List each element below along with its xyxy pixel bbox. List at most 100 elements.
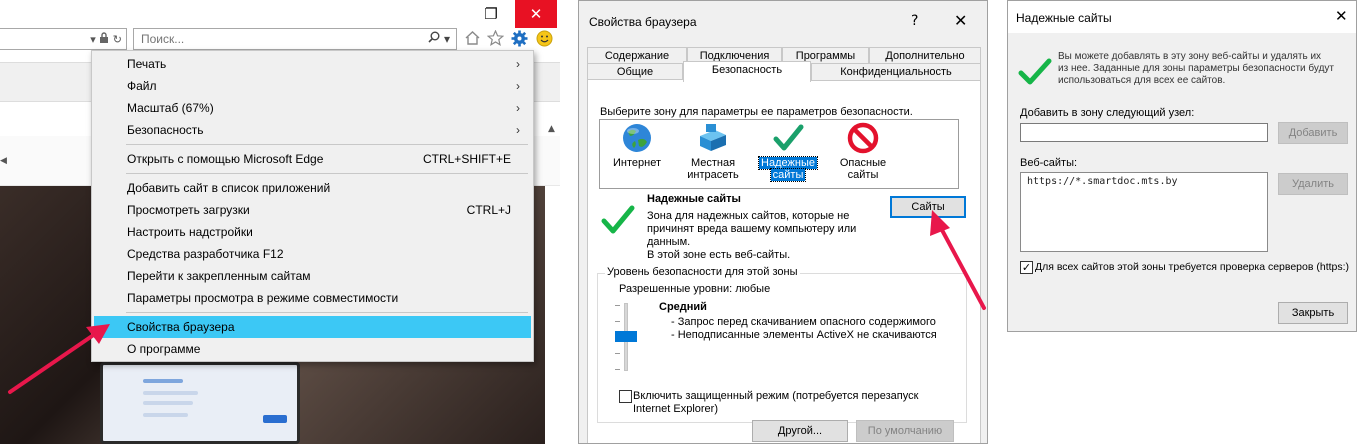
menu-item-about[interactable]: О программе <box>94 338 531 360</box>
search-input[interactable] <box>134 29 384 49</box>
info-line: использоваться для всех ее сайтов. <box>1058 75 1226 86</box>
level-name: Средний <box>659 301 707 313</box>
tab-privacy[interactable]: Конфиденциальность <box>811 63 981 81</box>
zone-label-2: интрасеть <box>687 169 739 181</box>
tools-menu: Печать › Файл › Масштаб (67%) › Безопасност… <box>91 50 534 362</box>
zone-restricted[interactable]: Опасные сайты <box>833 122 893 181</box>
scroll-left-icon[interactable]: ◀ <box>0 156 7 166</box>
address-bar[interactable]: ▾ ↻ <box>0 28 127 50</box>
websites-label: Веб-сайты: <box>1020 157 1078 169</box>
menu-item-addons[interactable]: Настроить надстройки <box>94 221 531 243</box>
menu-item-label: О программе <box>127 342 201 356</box>
search-dropdown-icon[interactable]: ▾ <box>444 32 450 46</box>
sites-button[interactable]: Сайты <box>890 196 966 218</box>
menu-item-internet-options[interactable]: Свойства браузера <box>94 316 531 338</box>
address-icons: ▾ ↻ <box>90 32 122 46</box>
internet-options-dialog: Свойства браузера ? ✕ Содержание Подключ… <box>578 0 988 444</box>
dialog-title: Надежные сайты <box>1016 11 1112 25</box>
menu-item-print[interactable]: Печать › <box>94 53 531 75</box>
level-bullet: - Запрос перед скачиванием опасного соде… <box>671 316 936 328</box>
add-site-label: Добавить в зону следующий узел: <box>1020 107 1195 119</box>
protected-mode-label: Internet Explorer) <box>633 403 718 415</box>
menu-item-shortcut: CTRL+J <box>466 203 511 217</box>
zone-internet[interactable]: Интернет <box>607 122 667 169</box>
zone-title: Надежные сайты <box>647 193 741 205</box>
submenu-arrow-icon: › <box>516 123 520 137</box>
menu-item-open-edge[interactable]: Открыть с помощью Microsoft Edge CTRL+SHI… <box>94 148 531 170</box>
search-box[interactable]: ▾ <box>133 28 457 50</box>
scroll-up-icon[interactable]: ▲ <box>548 124 555 134</box>
globe-icon <box>623 124 651 152</box>
checkmark-icon <box>601 205 635 234</box>
menu-item-file[interactable]: Файл › <box>94 75 531 97</box>
restore-button[interactable]: ❐ <box>470 0 512 28</box>
menu-item-label: Добавить сайт в список приложений <box>127 181 331 195</box>
close-dialog-button[interactable]: Закрыть <box>1278 302 1348 324</box>
close-button[interactable]: ✕ <box>515 0 557 28</box>
menu-item-shortcut: CTRL+SHIFT+E <box>422 152 511 166</box>
menu-item-label: Средства разработчика F12 <box>127 247 284 261</box>
add-site-input[interactable] <box>1020 123 1268 142</box>
refresh-icon[interactable]: ↻ <box>113 33 122 46</box>
menu-item-label: Параметры просмотра в режиме совместимос… <box>127 291 399 305</box>
dropdown-icon[interactable]: ▾ <box>90 33 96 46</box>
submenu-arrow-icon: › <box>516 57 520 71</box>
zone-label-2: сайты <box>769 168 807 182</box>
submenu-arrow-icon: › <box>516 101 520 115</box>
menu-item-safety[interactable]: Безопасность › <box>94 119 531 141</box>
menu-separator <box>126 144 528 145</box>
checkmark-icon <box>773 124 804 151</box>
dialog-titlebar: Надежные сайты ✕ <box>1008 1 1356 33</box>
menu-item-add-site-apps[interactable]: Добавить сайт в список приложений <box>94 177 531 199</box>
menu-item-devtools[interactable]: Средства разработчика F12 <box>94 243 531 265</box>
lock-icon[interactable] <box>99 32 113 46</box>
websites-list[interactable]: https://*.smartdoc.mts.by <box>1020 172 1268 252</box>
protected-mode-checkbox[interactable] <box>619 390 632 403</box>
star-icon[interactable] <box>486 29 505 50</box>
close-button[interactable]: ✕ <box>954 11 967 30</box>
custom-level-button[interactable]: Другой... <box>752 420 848 442</box>
tab-security[interactable]: Безопасность <box>683 61 811 82</box>
info-line: из нее. Заданные для зоны параметры безо… <box>1058 63 1335 74</box>
dialog-title: Свойства браузера <box>589 15 697 29</box>
zone-desc-line: Зона для надежных сайтов, которые не <box>647 210 850 222</box>
require-https-label: Для всех сайтов этой зоны требуется пров… <box>1035 261 1350 273</box>
menu-item-compat-view[interactable]: Параметры просмотра в режиме совместимос… <box>94 287 531 309</box>
zone-label: Опасные <box>839 157 887 169</box>
default-level-button[interactable]: По умолчанию <box>856 420 954 442</box>
close-button[interactable]: ✕ <box>1335 7 1348 25</box>
zone-desc-line: В этой зоне есть веб-сайты. <box>647 249 791 261</box>
zone-label: Надежные <box>758 156 818 170</box>
search-icon[interactable] <box>428 31 444 46</box>
menu-separator <box>126 173 528 174</box>
menu-item-label: Открыть с помощью Microsoft Edge <box>127 152 324 166</box>
zone-label: Интернет <box>613 157 661 169</box>
gear-icon[interactable] <box>511 30 528 51</box>
trusted-sites-dialog: Надежные сайты ✕ Вы можете добавлять в э… <box>1007 0 1357 332</box>
menu-item-zoom[interactable]: Масштаб (67%) › <box>94 97 531 119</box>
require-https-checkbox[interactable]: ✓ <box>1020 261 1033 274</box>
smiley-icon[interactable] <box>536 30 553 51</box>
checkmark-icon <box>1018 58 1052 85</box>
group-title: Уровень безопасности для этой зоны <box>605 266 800 278</box>
zone-trusted[interactable]: Надежные сайты <box>758 122 818 182</box>
menu-separator <box>126 312 528 313</box>
allowed-levels: Разрешенные уровни: любые <box>619 283 771 295</box>
info-line: Вы можете добавлять в эту зону веб-сайты… <box>1058 51 1322 62</box>
protected-mode-label: Включить защищенный режим (потребуется п… <box>633 390 919 402</box>
add-button[interactable]: Добавить <box>1278 122 1348 144</box>
list-item[interactable]: https://*.smartdoc.mts.by <box>1027 176 1178 187</box>
remove-button[interactable]: Удалить <box>1278 173 1348 195</box>
browser-window: ❐ ✕ ▾ ↻ ▾ <box>0 0 560 444</box>
menu-item-label: Просмотреть загрузки <box>127 203 250 217</box>
slider-thumb[interactable] <box>615 331 637 342</box>
zone-desc-line: данным. <box>647 236 691 248</box>
zone-intranet[interactable]: Местная интрасеть <box>683 122 743 181</box>
zone-prompt: Выберите зону для параметры ее параметро… <box>600 106 913 118</box>
zone-label: Местная <box>690 157 736 169</box>
menu-item-pinned-sites[interactable]: Перейти к закрепленным сайтам <box>94 265 531 287</box>
help-button[interactable]: ? <box>911 13 918 29</box>
home-icon[interactable] <box>464 30 481 50</box>
laptop-image <box>100 362 300 444</box>
menu-item-downloads[interactable]: Просмотреть загрузки CTRL+J <box>94 199 531 221</box>
